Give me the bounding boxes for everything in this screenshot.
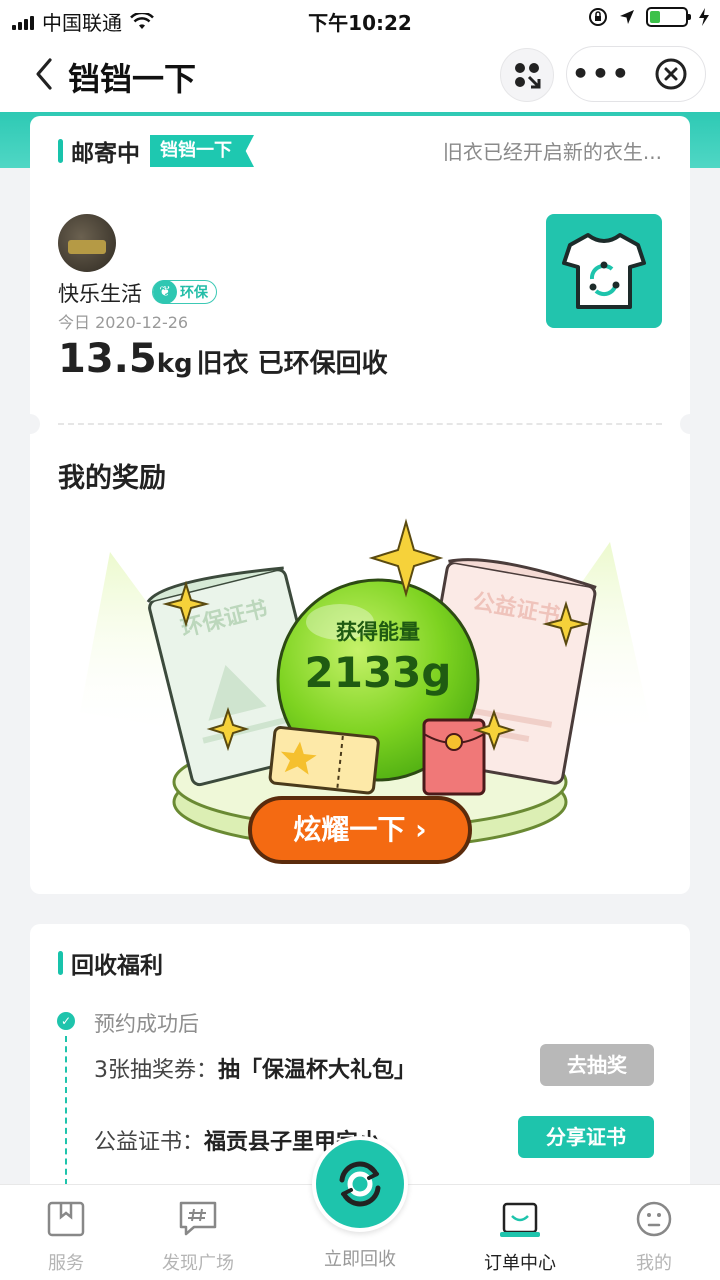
benefit-row-value: 抽「保温杯大礼包」 xyxy=(218,1058,417,1083)
order-box-icon xyxy=(500,1202,540,1237)
benefit-row-label: 公益证书： xyxy=(94,1130,205,1155)
order-date: 今日 2020-12-26 xyxy=(58,313,189,332)
recycle-now-button[interactable] xyxy=(312,1136,408,1232)
close-icon xyxy=(655,58,686,90)
tab-mine[interactable]: 我的 xyxy=(594,1199,714,1275)
close-button[interactable] xyxy=(636,57,705,91)
eco-badge: ❦ 环保 xyxy=(152,280,217,304)
red-envelope xyxy=(422,718,486,796)
section-marker xyxy=(58,951,63,975)
benefit-row-label: 3张抽奖券： xyxy=(94,1058,218,1083)
status-bar: 中国联通 下午10:22 xyxy=(0,0,720,40)
energy-label: 获得能量 xyxy=(336,620,420,644)
page-title: 铛铛一下 xyxy=(68,60,197,98)
tab-label: 发现广场 xyxy=(162,1253,234,1274)
energy-value: 2133g xyxy=(304,648,452,697)
benefit-row: 3张抽奖券：抽「保温杯大礼包」 xyxy=(94,1052,416,1084)
section-marker xyxy=(58,139,63,163)
tab-service[interactable]: 服务 xyxy=(6,1199,126,1275)
tshirt-recycle-icon xyxy=(562,233,646,309)
tab-orders[interactable]: 订单中心 xyxy=(460,1199,580,1275)
recycled-amount: 13.5 kg 旧衣 已环保回收 xyxy=(58,336,388,382)
scan-button[interactable] xyxy=(500,48,554,102)
back-button[interactable] xyxy=(28,54,68,94)
check-icon: ✓ xyxy=(57,1012,75,1030)
header-note[interactable]: 旧衣已经开启新的衣生... xyxy=(443,136,662,165)
chevron-left-icon xyxy=(36,58,52,90)
tab-label: 我的 xyxy=(636,1253,672,1274)
recycle-icon xyxy=(339,1161,381,1207)
rewards-title: 我的奖励 xyxy=(58,463,166,494)
rotation-lock-icon xyxy=(589,8,607,26)
timeline-step: 预约成功后 xyxy=(94,1012,199,1036)
show-off-button[interactable]: 炫耀一下 › xyxy=(248,796,472,864)
order-card: 邮寄中 铛铛一下 旧衣已经开启新的衣生... 快乐生活 ❦ 环保 今日 2020… xyxy=(20,116,700,894)
lottery-ticket xyxy=(268,726,380,795)
user-name: 快乐生活 xyxy=(58,282,142,306)
weight-value: 13.5 xyxy=(58,336,157,382)
eco-badge-label: 环保 xyxy=(180,285,208,301)
benefit-card-header: 回收福利 xyxy=(58,946,163,980)
avatar xyxy=(58,214,116,272)
mini-program-capsule: ••• xyxy=(566,46,706,102)
leaf-icon: ❦ xyxy=(153,280,177,304)
divider xyxy=(58,423,662,425)
scan-icon xyxy=(515,63,541,89)
tab-label: 订单中心 xyxy=(484,1253,556,1274)
tab-recycle-label: 立即回收 xyxy=(324,1249,396,1270)
charging-icon xyxy=(699,8,709,26)
draw-lottery-button[interactable]: 去抽奖 xyxy=(540,1044,654,1086)
order-card-header: 邮寄中 铛铛一下 xyxy=(58,134,254,168)
ticket-notch-left xyxy=(20,414,40,434)
tab-discover[interactable]: 发现广场 xyxy=(138,1199,258,1275)
weight-desc: 旧衣 已环保回收 xyxy=(196,349,388,379)
nav-bar: 铛铛一下 ••• xyxy=(0,40,720,112)
face-icon xyxy=(636,1201,672,1237)
ticket-notch-right xyxy=(680,414,700,434)
bookmark-icon xyxy=(47,1201,85,1237)
shipping-status: 邮寄中 xyxy=(71,141,140,167)
share-certificate-button[interactable]: 分享证书 xyxy=(518,1116,654,1158)
brand-tag: 铛铛一下 xyxy=(150,135,254,167)
battery-icon xyxy=(646,7,691,27)
clothing-recycle-tile xyxy=(546,214,662,328)
weight-unit: kg xyxy=(156,349,193,379)
more-button[interactable]: ••• xyxy=(567,49,636,99)
location-icon xyxy=(620,10,634,24)
status-right xyxy=(588,7,710,27)
benefit-title: 回收福利 xyxy=(71,953,163,979)
tab-label: 服务 xyxy=(48,1253,84,1274)
hashtag-chat-icon xyxy=(179,1201,217,1236)
